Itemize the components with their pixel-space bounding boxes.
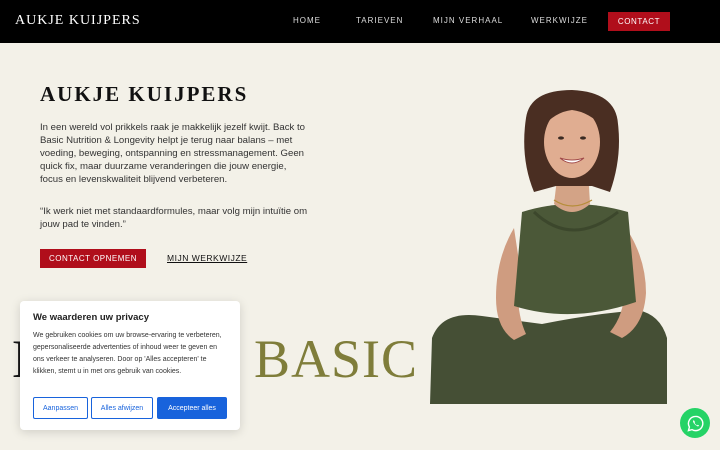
mijn-werkwijze-link[interactable]: MIJN WERKWIJZE — [167, 253, 247, 263]
portrait-photo — [430, 90, 667, 404]
contact-button[interactable]: CONTACT — [608, 12, 670, 31]
cookie-description: We gebruiken cookies om uw browse-ervari… — [33, 332, 222, 375]
site-logo[interactable]: AUKJE KUIJPERS — [15, 13, 141, 29]
hero-intro-text: In een wereld vol prikkels raak je makke… — [40, 122, 305, 185]
cookie-customize-button[interactable]: Aanpassen — [33, 397, 88, 419]
hero-title: AUKJE KUIJPERS — [40, 82, 249, 106]
contact-opnemen-button[interactable]: CONTACT OPNEMEN — [40, 249, 146, 268]
whatsapp-icon — [686, 415, 703, 432]
top-navigation-bar: AUKJE KUIJPERS HOME TARIEVEN MIJN VERHAA… — [0, 0, 720, 43]
cookie-reject-all-button[interactable]: Alles afwijzen — [91, 397, 153, 419]
cookie-title: We waarderen uw privacy — [33, 312, 149, 323]
hero-quote: “Ik werk niet met standaardformules, maa… — [40, 206, 308, 230]
cookie-consent-banner: We waarderen uw privacy We gebruiken coo… — [20, 301, 240, 430]
nav-tarieven[interactable]: TARIEVEN — [356, 16, 403, 25]
nav-werkwijze[interactable]: WERKWIJZE — [531, 16, 588, 25]
nav-mijn-verhaal[interactable]: MIJN VERHAAL — [433, 16, 503, 25]
basic-wordmark: BASIC — [254, 329, 419, 389]
cookie-accept-all-button[interactable]: Accepteer alles — [157, 397, 227, 419]
whatsapp-chat-button[interactable] — [680, 408, 710, 438]
nav-home[interactable]: HOME — [293, 16, 321, 25]
